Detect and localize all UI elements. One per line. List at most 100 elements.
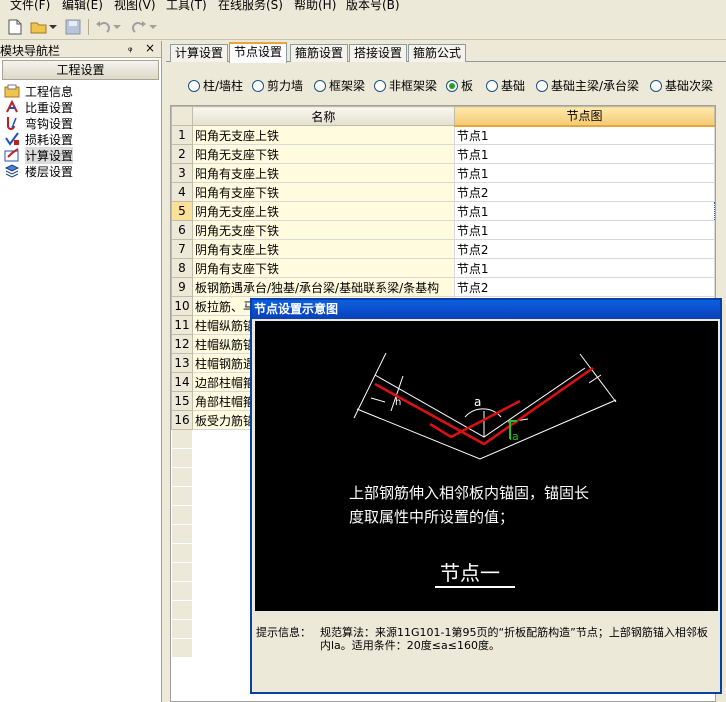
row-node-cell[interactable]: 节点1 [453, 163, 715, 183]
row-number: 6 [171, 220, 193, 240]
row-number: 13 [171, 353, 193, 373]
table-row[interactable]: 1 阳角无支座上铁 节点1 [171, 125, 715, 145]
menu-edit[interactable]: 编辑(E) [62, 0, 103, 13]
undo-dropdown-icon[interactable] [112, 18, 122, 36]
row-name-cell: 阳角有支座下铁 [191, 182, 455, 202]
column-header-name[interactable]: 名称 [191, 106, 455, 126]
row-number: 4 [171, 182, 193, 202]
density-icon [4, 99, 21, 114]
node-diagram-canvas: a la h 上部钢筋伸入相邻板内锚固，锚固长 度取属性中所设置的值； 节点一 [255, 321, 718, 611]
tab-stirrup-formula[interactable]: 箍筋公式 [408, 44, 467, 62]
open-folder-icon[interactable] [30, 18, 48, 36]
radio-slab[interactable]: 板 [446, 77, 473, 94]
node-diagram-popup: 节点设置示意图 a la h 上部钢筋伸入相邻板内锚固，锚固长 度取属性中所设置… [250, 298, 722, 694]
nav-title: 模块导航栏 [0, 44, 61, 58]
nav-item-loss-settings[interactable]: 损耗设置 [4, 131, 73, 147]
diagram-description-line1: 上部钢筋伸入相邻板内锚固，锚固长 [349, 484, 590, 502]
tab-lap-settings[interactable]: 搭接设置 [349, 44, 408, 62]
nav-item-project-info[interactable]: 工程信息 [4, 83, 73, 99]
radio-column[interactable]: 柱/墙柱 [188, 77, 243, 94]
new-file-icon[interactable] [6, 18, 24, 36]
tab-calculation-settings[interactable]: 计算设置 [170, 44, 229, 62]
row-node-cell[interactable]: 节点1 [453, 144, 715, 164]
table-row[interactable]: 8 阴角有支座下铁 节点1 [171, 258, 715, 278]
tab-stirrup-settings[interactable]: 箍筋设置 [290, 44, 349, 62]
table-row[interactable]: 2 阳角无支座下铁 节点1 [171, 144, 715, 164]
save-icon[interactable] [64, 18, 82, 36]
nav-item-density-settings[interactable]: 比重设置 [4, 99, 73, 115]
row-node-cell[interactable]: 节点1 [453, 258, 715, 278]
menu-online-service[interactable]: 在线服务(S) [218, 0, 283, 13]
table-row[interactable]: 3 阳角有支座上铁 节点1 [171, 163, 715, 183]
loss-icon [4, 132, 21, 146]
radio-foundation-secondary-beam[interactable]: 基础次梁 [650, 77, 713, 94]
radio-circle [252, 79, 264, 92]
radio-foundation-main-beam[interactable]: 基础主梁/承台梁 [536, 77, 639, 94]
row-number: 12 [171, 334, 193, 354]
row-name-cell: 阴角无支座上铁 [191, 201, 455, 221]
radio-circle [374, 79, 386, 92]
row-number: 3 [171, 163, 193, 183]
empty-cell [171, 638, 193, 658]
radio-circle [314, 79, 326, 92]
row-node-cell[interactable]: 节点2 [453, 182, 715, 202]
hook-icon [4, 116, 21, 130]
row-name-cell: 阴角有支座下铁 [191, 258, 455, 278]
redo-icon[interactable] [130, 18, 148, 36]
radio-shear-wall[interactable]: 剪力墙 [252, 77, 303, 94]
row-number: 7 [171, 239, 193, 259]
nav-item-floor-settings[interactable]: 楼层设置 [4, 163, 73, 179]
empty-cell [171, 600, 193, 620]
redo-dropdown-icon[interactable] [148, 18, 158, 36]
row-name-cell: 阴角有支座上铁 [191, 239, 455, 259]
radio-frame-beam[interactable]: 框架梁 [314, 77, 365, 94]
row-number: 16 [171, 410, 193, 430]
radio-foundation[interactable]: 基础 [486, 77, 525, 94]
row-node-cell[interactable]: 节点2 [453, 277, 715, 297]
radio-non-frame-beam[interactable]: 非框架梁 [374, 77, 437, 94]
row-number: 5 [171, 201, 193, 221]
row-node-cell[interactable]: 节点1 [453, 220, 715, 240]
table-row[interactable]: 9 板钢筋遇承台/独基/承台梁/基础联系梁/条基构 节点2 [171, 277, 715, 297]
undo-icon[interactable] [94, 18, 112, 36]
table-row[interactable]: 7 阴角有支座上铁 节点2 [171, 239, 715, 259]
table-header-row: 名称 节点图 [171, 106, 715, 127]
table-row[interactable]: 5 阴角无支座上铁 节点1 [171, 201, 715, 221]
close-icon[interactable]: × [145, 41, 155, 55]
anchor-label: la [509, 430, 519, 443]
slab-left-end [353, 352, 387, 419]
table-row[interactable]: 4 阳角有支座下铁 节点2 [171, 182, 715, 202]
menu-file[interactable]: 文件(F) [10, 0, 50, 13]
row-node-cell[interactable]: 节点1 [453, 125, 715, 145]
menu-view[interactable]: 视图(V) [114, 0, 156, 13]
row-number: 15 [171, 391, 193, 411]
toolbar [0, 14, 726, 40]
row-name-cell: 阴角无支座下铁 [191, 220, 455, 240]
chevron-down-icon[interactable] [48, 18, 58, 36]
empty-cell [171, 448, 193, 468]
nav-header: 模块导航栏 ᵩ × [0, 41, 161, 58]
row-node-cell[interactable]: 节点1 [453, 201, 715, 221]
nav-item-calculation-settings[interactable]: 计算设置 [4, 146, 74, 164]
empty-cell [171, 581, 193, 601]
menu-version[interactable]: 版本号(B) [346, 0, 400, 13]
row-name-cell: 阳角无支座下铁 [191, 144, 455, 164]
menu-tools[interactable]: 工具(T) [166, 0, 207, 13]
radio-circle [650, 79, 662, 92]
row-name-cell: 阳角无支座上铁 [191, 125, 455, 145]
row-node-cell[interactable]: 节点2 [453, 239, 715, 259]
column-header-node-diagram[interactable]: 节点图 [453, 106, 715, 127]
diagram-caption: 节点一 [440, 561, 500, 585]
row-number: 9 [171, 277, 193, 297]
nav-item-hook-settings[interactable]: 弯钩设置 [4, 115, 73, 131]
table-row[interactable]: 6 阴角无支座下铁 节点1 [171, 220, 715, 240]
popup-title[interactable]: 节点设置示意图 [252, 300, 720, 319]
project-info-icon [4, 84, 21, 98]
calculation-icon [4, 148, 21, 162]
module-navigation-panel: 模块导航栏 ᵩ × 工程设置 工程信息 比重设置 弯钩设置 损耗设置 计算设置 … [0, 41, 162, 702]
menu-help[interactable]: 帮助(H) [294, 0, 336, 13]
caption-underline [435, 586, 515, 588]
nav-group-project-settings[interactable]: 工程设置 [2, 60, 159, 80]
tab-node-settings[interactable]: 节点设置 [229, 42, 288, 63]
pin-icon[interactable]: ᵩ [128, 41, 133, 54]
